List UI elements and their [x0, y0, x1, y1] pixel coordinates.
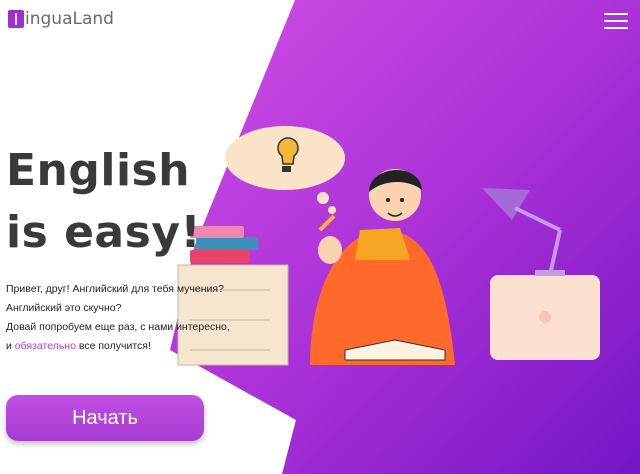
student-illustration	[177, 126, 600, 366]
brand-name: inguaLand	[25, 9, 114, 29]
intro-line-4-post: все получится!	[75, 340, 151, 352]
brand-logo[interactable]: inguaLand	[8, 10, 114, 28]
intro-text: Привет, друг! Английский для тебя мучени…	[6, 280, 230, 356]
logo-mark-icon	[8, 10, 24, 28]
page-title: English is easy!	[6, 140, 201, 264]
headline-line-2: is easy!	[6, 207, 202, 258]
intro-line-2: Английский это скучно?	[6, 302, 122, 314]
intro-line-1: Привет, друг! Английский для тебя мучени…	[6, 283, 224, 295]
intro-line-4: и обязательно все получится!	[6, 337, 230, 356]
intro-accent-word: обязательно	[14, 340, 76, 352]
intro-line-3: Довай попробуем еще раз, с нами интересн…	[6, 321, 230, 333]
headline-line-1: English	[6, 145, 191, 196]
hamburger-menu-icon[interactable]	[604, 13, 628, 29]
start-button[interactable]: Начать	[6, 395, 204, 441]
intro-line-4-pre: и	[6, 340, 15, 352]
